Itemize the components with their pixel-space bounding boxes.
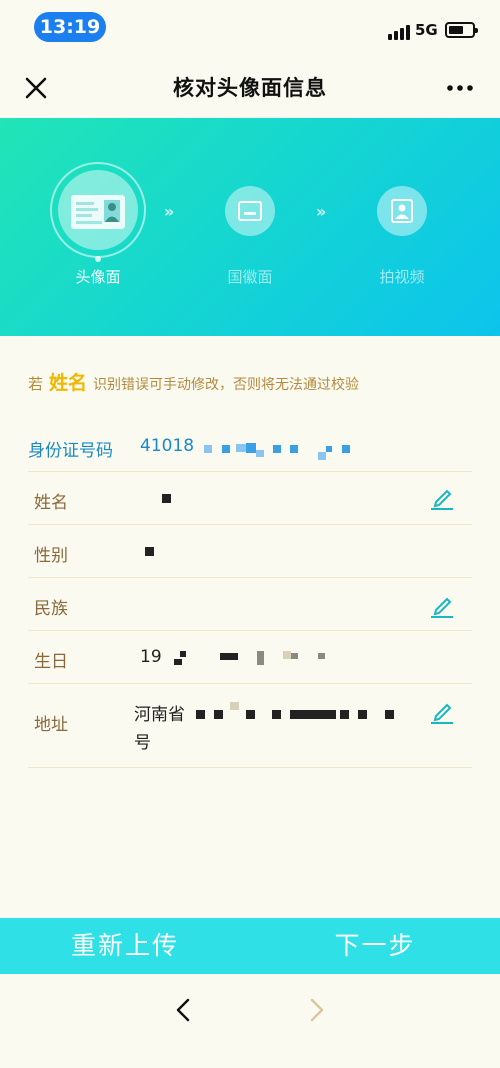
gender-label: 性别 <box>34 546 68 566</box>
browser-toolbar <box>0 974 500 1068</box>
address-line2: 号 <box>134 733 151 753</box>
form-row-name: 姓名 <box>28 472 472 525</box>
step-label-video: 拍视频 <box>379 268 425 286</box>
forward-arrow-icon[interactable] <box>296 990 336 1030</box>
address-label: 地址 <box>34 715 68 735</box>
hint-text: 识别错误可手动修改，否则将无法通过校验 <box>93 377 360 393</box>
progress-banner: 头像面 » 国徽面 » 拍视频 <box>0 118 500 336</box>
birthday-value: 19 <box>140 647 162 667</box>
id-number-value[interactable]: 41018 <box>140 436 194 456</box>
gender-value <box>145 547 154 556</box>
more-options-icon[interactable] <box>442 76 478 100</box>
ethnicity-label: 民族 <box>34 599 68 619</box>
page-title: 核对头像面信息 <box>173 76 327 100</box>
step-arrow-2: » <box>316 202 326 221</box>
portrait-video-icon <box>391 199 413 223</box>
correction-hint: 若 姓名 识别错误可手动修改，否则将无法通过校验 <box>28 368 480 398</box>
step-arrow-1: » <box>164 202 174 221</box>
action-bar: 重新上传 下一步 <box>0 918 500 974</box>
navigation-bar: 核对头像面信息 <box>0 58 500 118</box>
step-label-back: 国徽面 <box>227 268 273 286</box>
form-row-address: 地址 河南省 号 <box>28 684 472 768</box>
network-type: 5G <box>415 21 438 39</box>
step-back <box>225 186 275 236</box>
id-number-label: 身份证号码 <box>28 441 113 461</box>
battery-icon <box>445 22 478 38</box>
address-line1: 河南省 <box>134 705 185 725</box>
edit-name-icon[interactable] <box>430 486 454 510</box>
step-label-front: 头像面 <box>75 268 121 286</box>
next-step-button[interactable]: 下一步 <box>250 918 500 974</box>
form-row-birthday: 生日 19 <box>28 631 472 684</box>
id-card-front-icon <box>71 195 125 229</box>
status-bar: 13:19 5G <box>0 0 500 58</box>
step-video <box>377 186 427 236</box>
signal-icon <box>388 24 410 40</box>
birthday-label: 生日 <box>34 652 68 672</box>
status-time: 13:19 <box>34 12 106 42</box>
form-row-gender: 性别 <box>28 525 472 578</box>
id-card-back-icon <box>238 201 262 221</box>
reupload-button[interactable]: 重新上传 <box>0 918 250 974</box>
hint-highlight: 姓名 <box>49 372 88 394</box>
edit-address-icon[interactable] <box>430 700 454 724</box>
form-row-id-number: 身份证号码 41018 <box>28 420 472 472</box>
form-row-ethnicity: 民族 <box>28 578 472 631</box>
edit-ethnicity-icon[interactable] <box>430 594 454 618</box>
back-arrow-icon[interactable] <box>164 990 204 1030</box>
name-value[interactable] <box>162 494 171 503</box>
name-label: 姓名 <box>34 493 68 513</box>
hint-prefix: 若 <box>28 375 44 393</box>
